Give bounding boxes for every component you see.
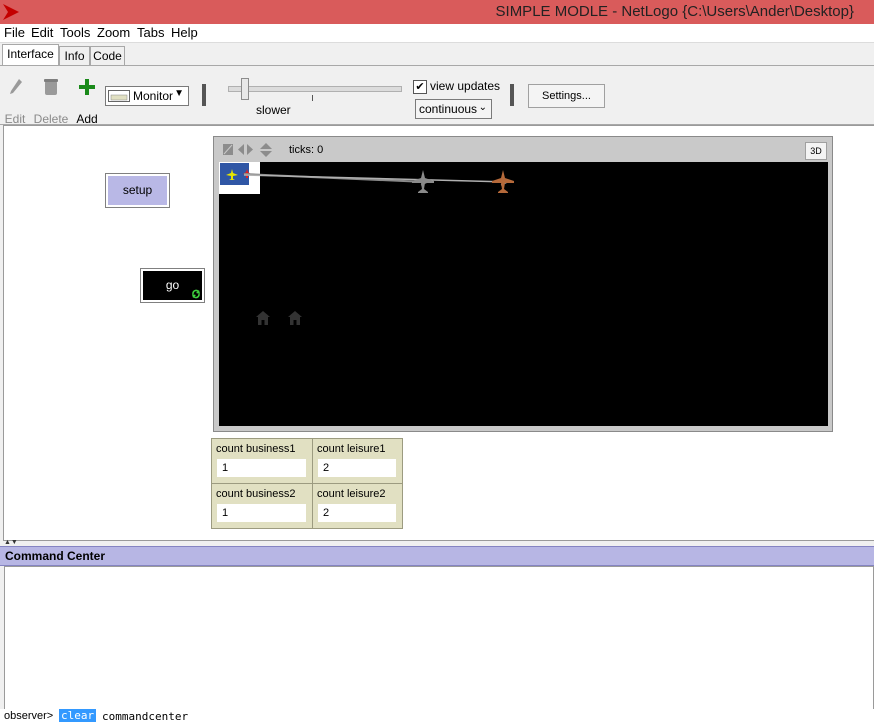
splitter-arrows-icon[interactable]: ▲▼ <box>4 539 18 546</box>
menu-file[interactable]: File <box>4 25 25 40</box>
menu-bar: File Edit Tools Zoom Tabs Help <box>0 24 874 43</box>
house-icon <box>288 311 302 325</box>
airplane-icon <box>226 169 238 180</box>
delete-label: Delete <box>33 112 69 126</box>
toolbar-separator <box>202 84 206 106</box>
edit-label: Edit <box>4 112 26 126</box>
speed-slider-tick <box>312 95 313 101</box>
tab-info[interactable]: Info <box>59 46 90 65</box>
monitor-count-leisure2[interactable]: count leisure2 2 <box>312 483 403 529</box>
netlogo-logo-icon <box>3 4 19 20</box>
setup-button[interactable]: setup <box>106 174 169 207</box>
view-control-icon[interactable] <box>222 142 274 158</box>
flight-trail-line <box>243 173 510 186</box>
monitor-label: count leisure1 <box>317 443 386 455</box>
widget-type-label: Monitor <box>133 89 174 103</box>
chevron-down-icon: ⌄ <box>478 102 487 113</box>
ticks-counter: ticks: 0 <box>289 144 324 156</box>
chevron-down-icon: ▼ <box>174 88 184 99</box>
update-mode-value: continuous <box>419 102 478 116</box>
monitor-count-leisure1[interactable]: count leisure1 2 <box>312 438 403 484</box>
command-center-title: Command Center <box>5 549 106 563</box>
menu-tools[interactable]: Tools <box>60 25 90 40</box>
go-button[interactable]: go <box>141 269 204 302</box>
go-button-label: go <box>165 278 180 292</box>
world-canvas[interactable] <box>219 162 828 426</box>
tab-interface[interactable]: Interface <box>2 44 59 66</box>
clear-button[interactable]: clear <box>59 709 97 722</box>
view-toolbar: ticks: 0 3D <box>214 137 832 161</box>
title-bar: SIMPLE MODLE - NetLogo {C:\Users\Ander\D… <box>0 0 874 24</box>
plus-icon <box>79 79 95 95</box>
tab-code[interactable]: Code <box>90 46 125 65</box>
setup-button-label: setup <box>122 183 153 197</box>
menu-help[interactable]: Help <box>171 25 198 40</box>
update-mode-select[interactable]: continuous ⌄ <box>415 99 492 119</box>
menu-zoom[interactable]: Zoom <box>97 25 130 40</box>
view-updates-label: view updates <box>430 79 501 93</box>
monitor-widget-icon <box>108 90 130 102</box>
monitor-value: 2 <box>318 459 396 477</box>
forever-loop-icon <box>192 289 200 299</box>
trash-icon <box>44 79 58 95</box>
edit-tool[interactable]: Edit <box>2 78 28 128</box>
tab-strip: Interface Info Code <box>0 44 874 66</box>
view-updates-checkbox[interactable]: ✔ <box>413 80 427 94</box>
speed-slider-thumb[interactable] <box>241 78 249 100</box>
command-input[interactable]: commandcenter <box>102 710 188 723</box>
airplane-icon <box>412 170 434 193</box>
window-title: SIMPLE MODLE - NetLogo {C:\Users\Ander\D… <box>495 3 854 20</box>
monitor-value: 1 <box>217 459 306 477</box>
monitor-count-business2[interactable]: count business2 1 <box>211 483 313 529</box>
delete-tool[interactable]: Delete <box>32 78 70 128</box>
speed-slider-track[interactable] <box>228 86 402 92</box>
monitor-value: 1 <box>217 504 306 522</box>
monitor-count-business1[interactable]: count business1 1 <box>211 438 313 484</box>
toolbar-separator <box>510 84 514 106</box>
command-center-header: Command Center <box>0 546 874 566</box>
monitor-label: count leisure2 <box>317 488 386 500</box>
monitor-label: count business2 <box>216 488 296 500</box>
add-tool[interactable]: Add <box>74 78 100 128</box>
settings-button[interactable]: Settings... <box>528 84 605 108</box>
airplane-icon <box>492 170 514 193</box>
add-label: Add <box>76 112 98 126</box>
menu-tabs[interactable]: Tabs <box>137 25 164 40</box>
command-line: observer> clear commandcenter <box>0 709 874 726</box>
world-view: ticks: 0 3D <box>213 136 833 432</box>
monitor-label: count business1 <box>216 443 296 455</box>
menu-edit[interactable]: Edit <box>31 25 53 40</box>
speed-label: slower <box>256 103 291 117</box>
monitor-value: 2 <box>318 504 396 522</box>
command-center-output[interactable] <box>4 566 874 710</box>
widget-type-select[interactable]: Monitor ▼ <box>105 86 189 106</box>
observer-prompt[interactable]: observer> <box>4 710 53 722</box>
pencil-icon <box>10 79 22 94</box>
house-icon <box>256 311 270 325</box>
3d-button[interactable]: 3D <box>805 142 827 160</box>
toolbar: Edit Delete Add Monitor ▼ slower ✔ view … <box>0 65 874 128</box>
